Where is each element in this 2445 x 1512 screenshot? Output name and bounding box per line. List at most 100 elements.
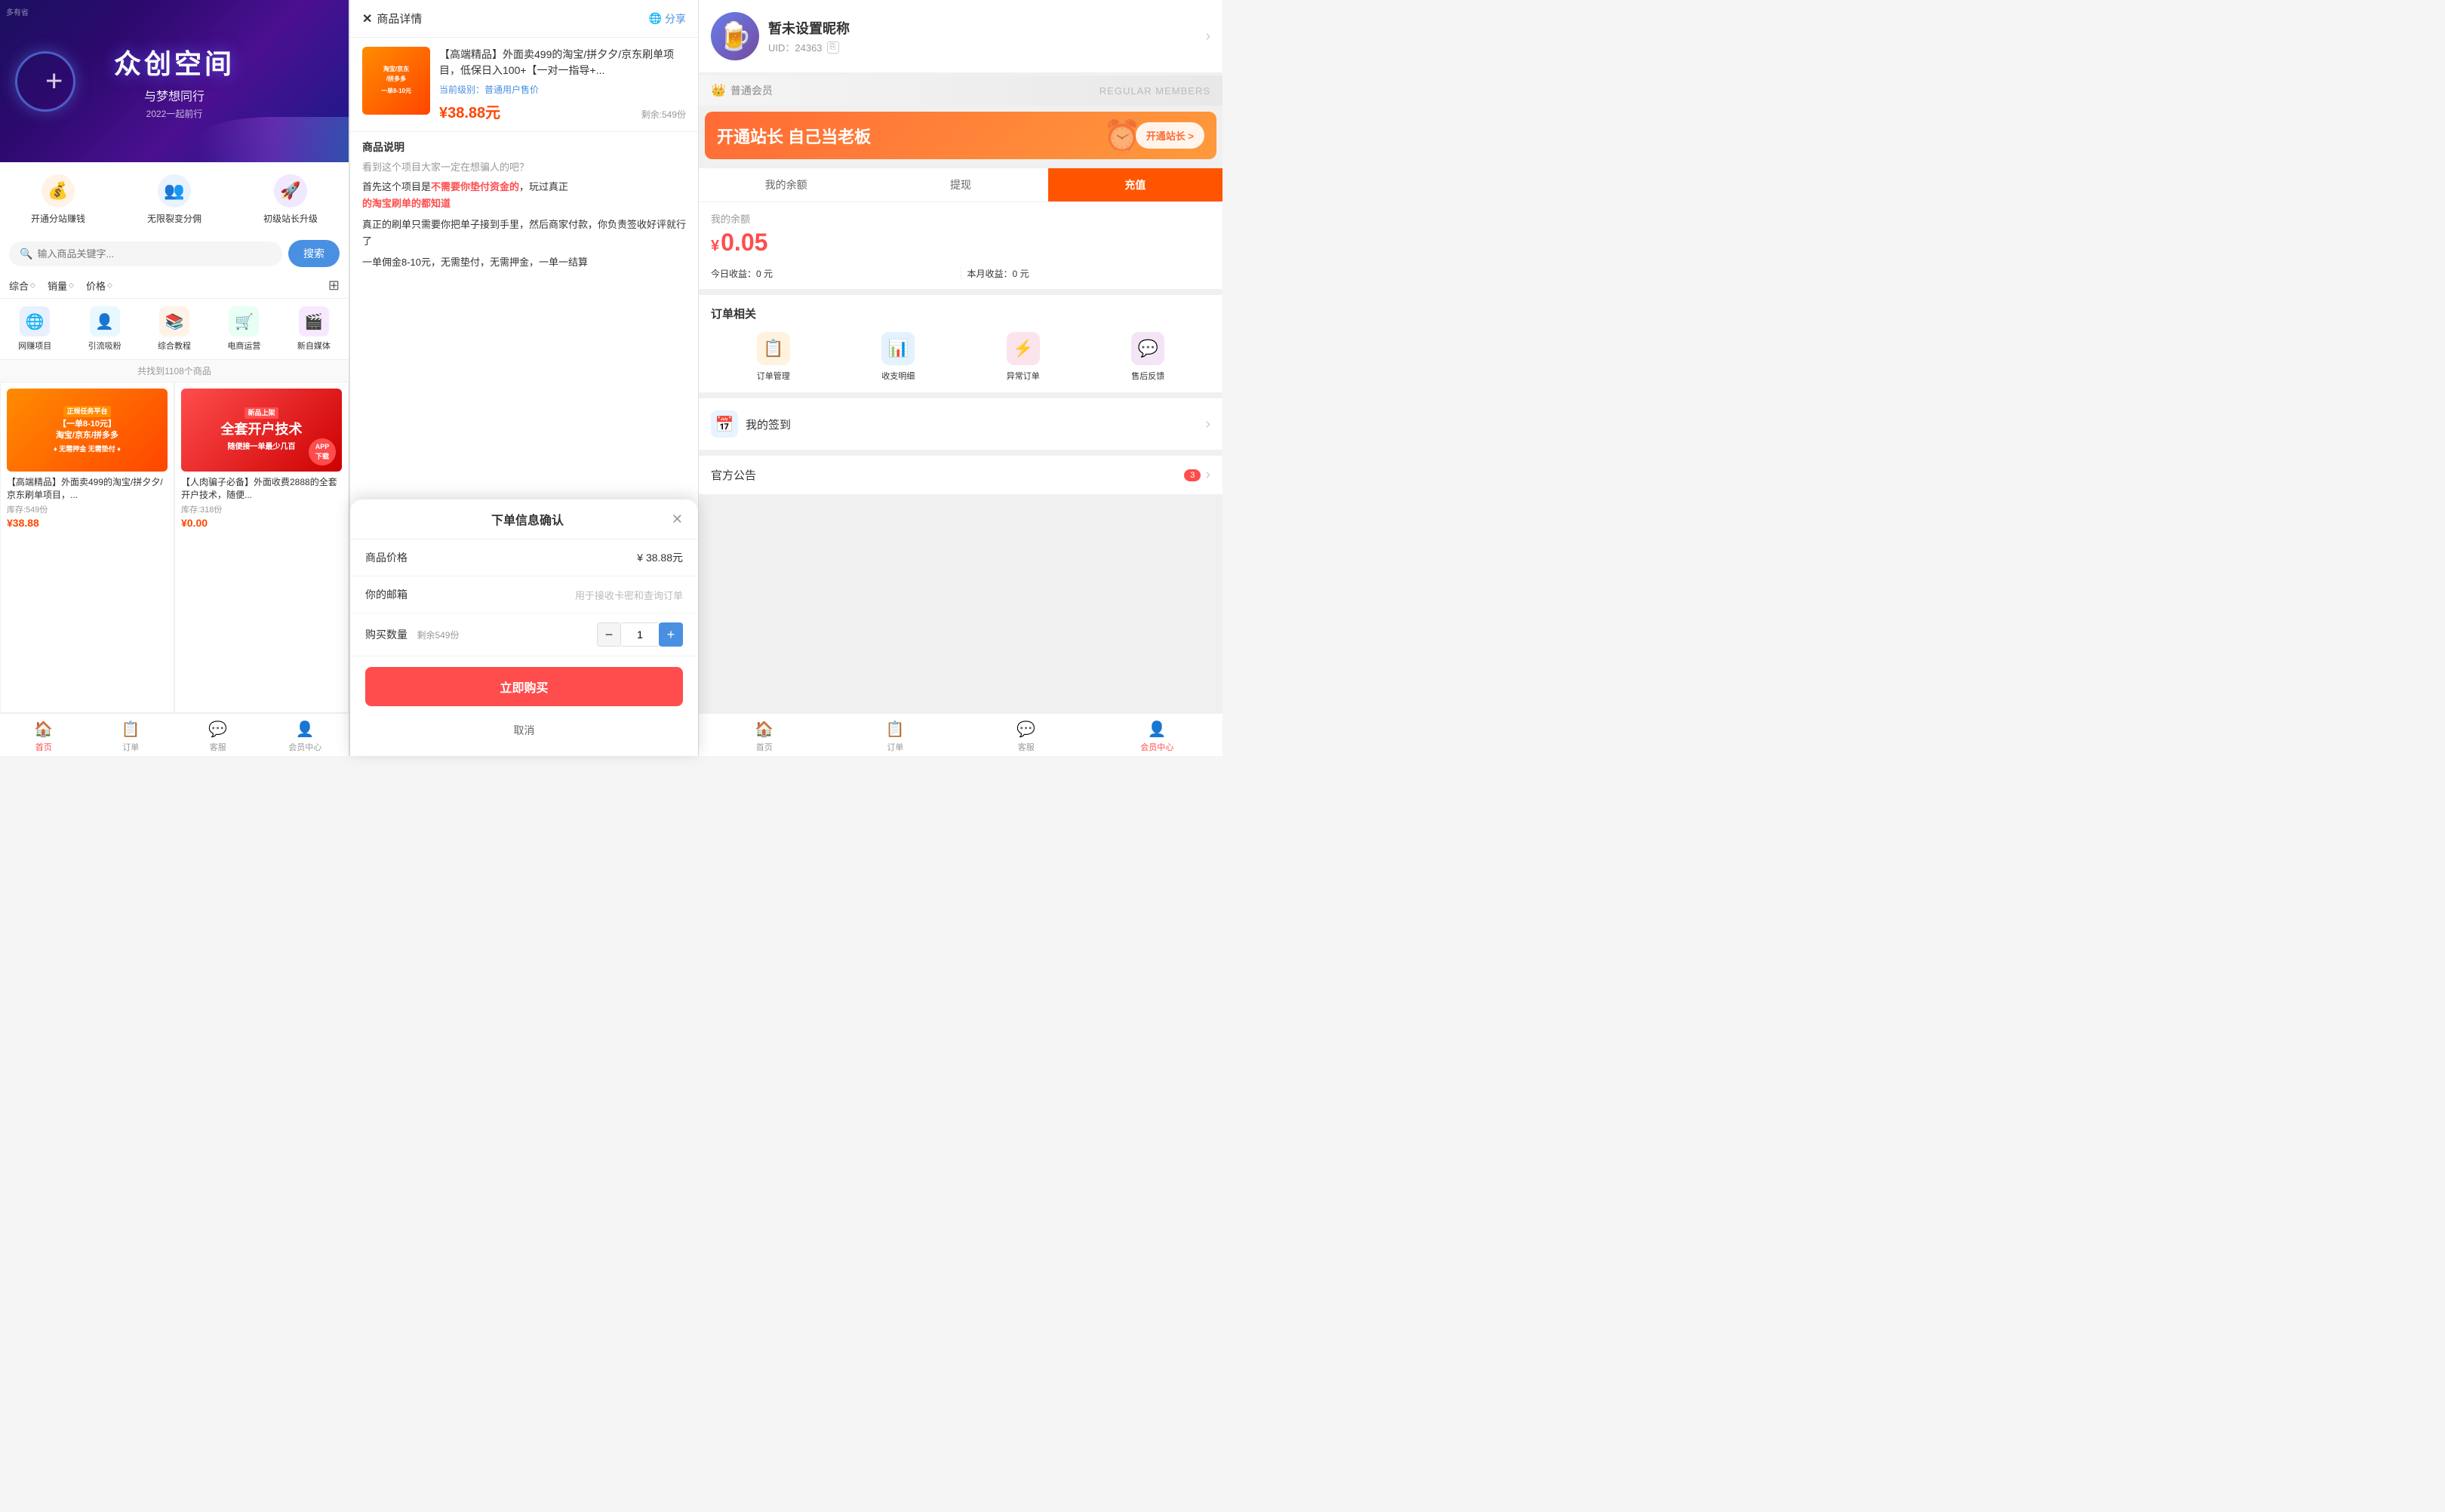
banner-subtitle: 与梦想同行 <box>114 86 235 104</box>
user-info: 暂未设置昵称 UID：24363 ⎘ <box>768 18 1196 54</box>
order-confirm-title: 下单信息确认 <box>383 510 672 528</box>
category-bar: 🌐 网赚项目 👤 引流吸粉 📚 综合教程 🛒 电商运营 🎬 新自媒体 <box>0 299 349 360</box>
order-confirm-header: 下单信息确认 ✕ <box>350 499 698 539</box>
detail-share-button[interactable]: 🌐 分享 <box>649 11 686 26</box>
book-icon: 📚 <box>159 306 189 337</box>
product-card-1[interactable]: 新品上架 全套开户技术 随便接一单最少几百 APP下载 【人肉骗子必备】外面收费… <box>174 382 349 713</box>
earn-icon: 💰 <box>42 174 75 207</box>
order-management[interactable]: 📋 订单管理 <box>711 332 836 382</box>
rnav-member-icon: 👤 <box>1148 720 1167 739</box>
product-meta-1: 库存:318份 <box>181 503 342 515</box>
right-nav-member[interactable]: 👤 会员中心 <box>1092 720 1223 753</box>
copy-uid-button[interactable]: ⎘ <box>827 41 839 54</box>
category-network[interactable]: 🌐 网赚项目 <box>0 306 69 352</box>
recharge-tab[interactable]: 充值 <box>1048 168 1222 201</box>
detail-product-thumbnail: 淘宝/京东 /拼多多 一单8-10元 <box>362 47 430 115</box>
banner-text: 众创空间 与梦想同行 2022一起前行 <box>114 42 235 120</box>
qty-minus-button[interactable]: − <box>597 622 621 647</box>
product-tag-0: 正规任务平台 <box>63 406 110 417</box>
promo-open-button[interactable]: 开通站长 > <box>1136 122 1204 149</box>
order-confirm-close-button[interactable]: ✕ <box>672 512 683 527</box>
abnormal-order[interactable]: ⚡ 异常订单 <box>961 332 1086 382</box>
qty-plus-button[interactable]: + <box>659 622 683 647</box>
detail-product-title: 【高端精品】外面卖499的淘宝/拼夕夕/京东刷单项目，低保日入100+【一对一指… <box>439 47 686 78</box>
person-icon: 👤 <box>90 306 120 337</box>
filter-sales[interactable]: 销量 ⬦ <box>48 278 74 293</box>
right-nav-order[interactable]: 📋 订单 <box>830 720 961 753</box>
category-media[interactable]: 🎬 新自媒体 <box>279 306 349 352</box>
announcement-badge: 3 <box>1184 469 1201 481</box>
product-image-0: 正规任务平台 【一单8-10元】 淘宝/京东/拼多多 ♦ 无需押金 无需垫付 ♦ <box>7 389 168 472</box>
left-nav-service[interactable]: 💬 客服 <box>174 720 262 753</box>
search-button[interactable]: 搜索 <box>288 240 340 267</box>
order-qty-row: 购买数量 剩余549份 − + <box>350 613 698 656</box>
user-avatar: 🍺 <box>711 12 759 60</box>
balance-yen-symbol: ¥ <box>711 238 719 254</box>
split-icon: 👥 <box>158 174 191 207</box>
balance-number: 0.05 <box>721 229 767 256</box>
quick-action-split[interactable]: 👥 无限裂变分佣 <box>116 174 232 225</box>
earn-label: 开通分站赚钱 <box>31 212 85 225</box>
home-icon: 🏠 <box>34 720 53 739</box>
order-price-row: 商品价格 ¥ 38.88元 <box>350 539 698 576</box>
detail-desc-line-4: 一单佣金8-10元，无需垫付，无需押金，一单一结算 <box>362 254 686 271</box>
right-nav-home[interactable]: 🏠 首页 <box>699 720 830 753</box>
announcement-row[interactable]: 官方公告 3 › <box>699 456 1222 494</box>
quick-action-upgrade[interactable]: 🚀 初级站长升级 <box>232 174 349 225</box>
qty-input[interactable] <box>621 622 659 647</box>
rnav-order-icon: 📋 <box>886 720 905 739</box>
product-meta-0: 库存:549份 <box>7 503 168 515</box>
order-section: 订单相关 📋 订单管理 📊 收支明细 ⚡ 异常订单 💬 售后反馈 <box>699 295 1222 392</box>
grid-view-icon[interactable]: ⊞ <box>328 278 340 293</box>
buy-now-button[interactable]: 立即购买 <box>365 667 683 706</box>
quick-actions: 💰 开通分站赚钱 👥 无限裂变分佣 🚀 初级站长升级 <box>0 162 349 234</box>
checkin-row[interactable]: 📅 我的签到 › <box>699 398 1222 450</box>
rnav-home-icon: 🏠 <box>755 720 773 739</box>
checkin-chevron-icon: › <box>1205 416 1210 433</box>
left-nav-member[interactable]: 👤 会员中心 <box>262 720 349 753</box>
detail-product-info-right: 【高端精品】外面卖499的淘宝/拼夕夕/京东刷单项目，低保日入100+【一对一指… <box>439 47 686 122</box>
filter-bar: 综合 ⬦ 销量 ⬦ 价格 ⬦ ⊞ <box>0 273 349 299</box>
product-price-1: ¥0.00 <box>181 517 342 529</box>
today-earnings: 今日收益：0 元 <box>711 267 955 280</box>
user-profile[interactable]: 🍺 暂未设置昵称 UID：24363 ⎘ › <box>699 0 1222 72</box>
banner-wave <box>198 117 349 162</box>
order-confirm-modal: 下单信息确认 ✕ 商品价格 ¥ 38.88元 你的邮箱 用于接收卡密和查询订单 … <box>350 499 698 756</box>
quick-action-earn[interactable]: 💰 开通分站赚钱 <box>0 174 116 225</box>
left-nav-order[interactable]: 📋 订单 <box>88 720 175 753</box>
video-icon: 🎬 <box>299 306 329 337</box>
order-icon: 📋 <box>121 720 140 739</box>
order-email-row[interactable]: 你的邮箱 用于接收卡密和查询订单 <box>350 576 698 613</box>
checkin-label: 我的签到 <box>746 416 791 432</box>
middle-panel: ✕ 商品详情 🌐 分享 淘宝/京东 /拼多多 一单8-10元 【高端精品】外面卖… <box>349 0 698 756</box>
left-nav-home[interactable]: 🏠 首页 <box>0 720 88 753</box>
product-grid: 正规任务平台 【一单8-10元】 淘宝/京东/拼多多 ♦ 无需押金 无需垫付 ♦… <box>0 382 349 713</box>
my-balance-tab[interactable]: 我的余额 <box>699 168 873 201</box>
right-nav-service[interactable]: 💬 客服 <box>961 720 1092 753</box>
right-panel: 🍺 暂未设置昵称 UID：24363 ⎘ › 👑 普通会员 REGULAR ME… <box>699 0 1222 756</box>
balance-earnings: 今日收益：0 元 本月收益：0 元 <box>699 261 1222 289</box>
member-icon: 👤 <box>296 720 315 739</box>
detail-desc-line-1: 首先这个项目是不需要你垫付资金的，玩过真正 <box>362 179 686 195</box>
product-title-0: 【高端精品】外面卖499的淘宝/拼夕夕/京东刷单项目，... <box>7 476 168 502</box>
detail-close-button[interactable]: ✕ 商品详情 <box>362 11 422 26</box>
announcement-label: 官方公告 <box>711 467 756 483</box>
category-ecommerce[interactable]: 🛒 电商运营 <box>209 306 278 352</box>
after-sale[interactable]: 💬 售后反馈 <box>1086 332 1211 382</box>
user-uid-row: UID：24363 ⎘ <box>768 40 1196 54</box>
product-card-0[interactable]: 正规任务平台 【一单8-10元】 淘宝/京东/拼多多 ♦ 无需押金 无需垫付 ♦… <box>0 382 174 713</box>
banner-year: 2022一起前行 <box>114 107 235 120</box>
cancel-button[interactable]: 取消 <box>350 717 698 744</box>
product-title-1: 【人肉骗子必备】外面收费2888的全套开户技术，随便... <box>181 476 342 502</box>
filter-comprehensive[interactable]: 综合 ⬦ <box>9 278 35 293</box>
search-input[interactable] <box>37 248 272 260</box>
filter-price[interactable]: 价格 ⬦ <box>86 278 112 293</box>
category-tutorial[interactable]: 📚 综合教程 <box>140 306 209 352</box>
withdraw-tab[interactable]: 提现 <box>873 168 1047 201</box>
detail-stock: 剩余:549份 <box>641 108 686 121</box>
split-label: 无限裂变分佣 <box>147 212 201 225</box>
income-detail[interactable]: 📊 收支明细 <box>836 332 961 382</box>
balance-value: ¥0.05 <box>711 229 1210 257</box>
category-traffic[interactable]: 👤 引流吸粉 <box>69 306 139 352</box>
banner-logo: 多有省 <box>6 6 29 17</box>
